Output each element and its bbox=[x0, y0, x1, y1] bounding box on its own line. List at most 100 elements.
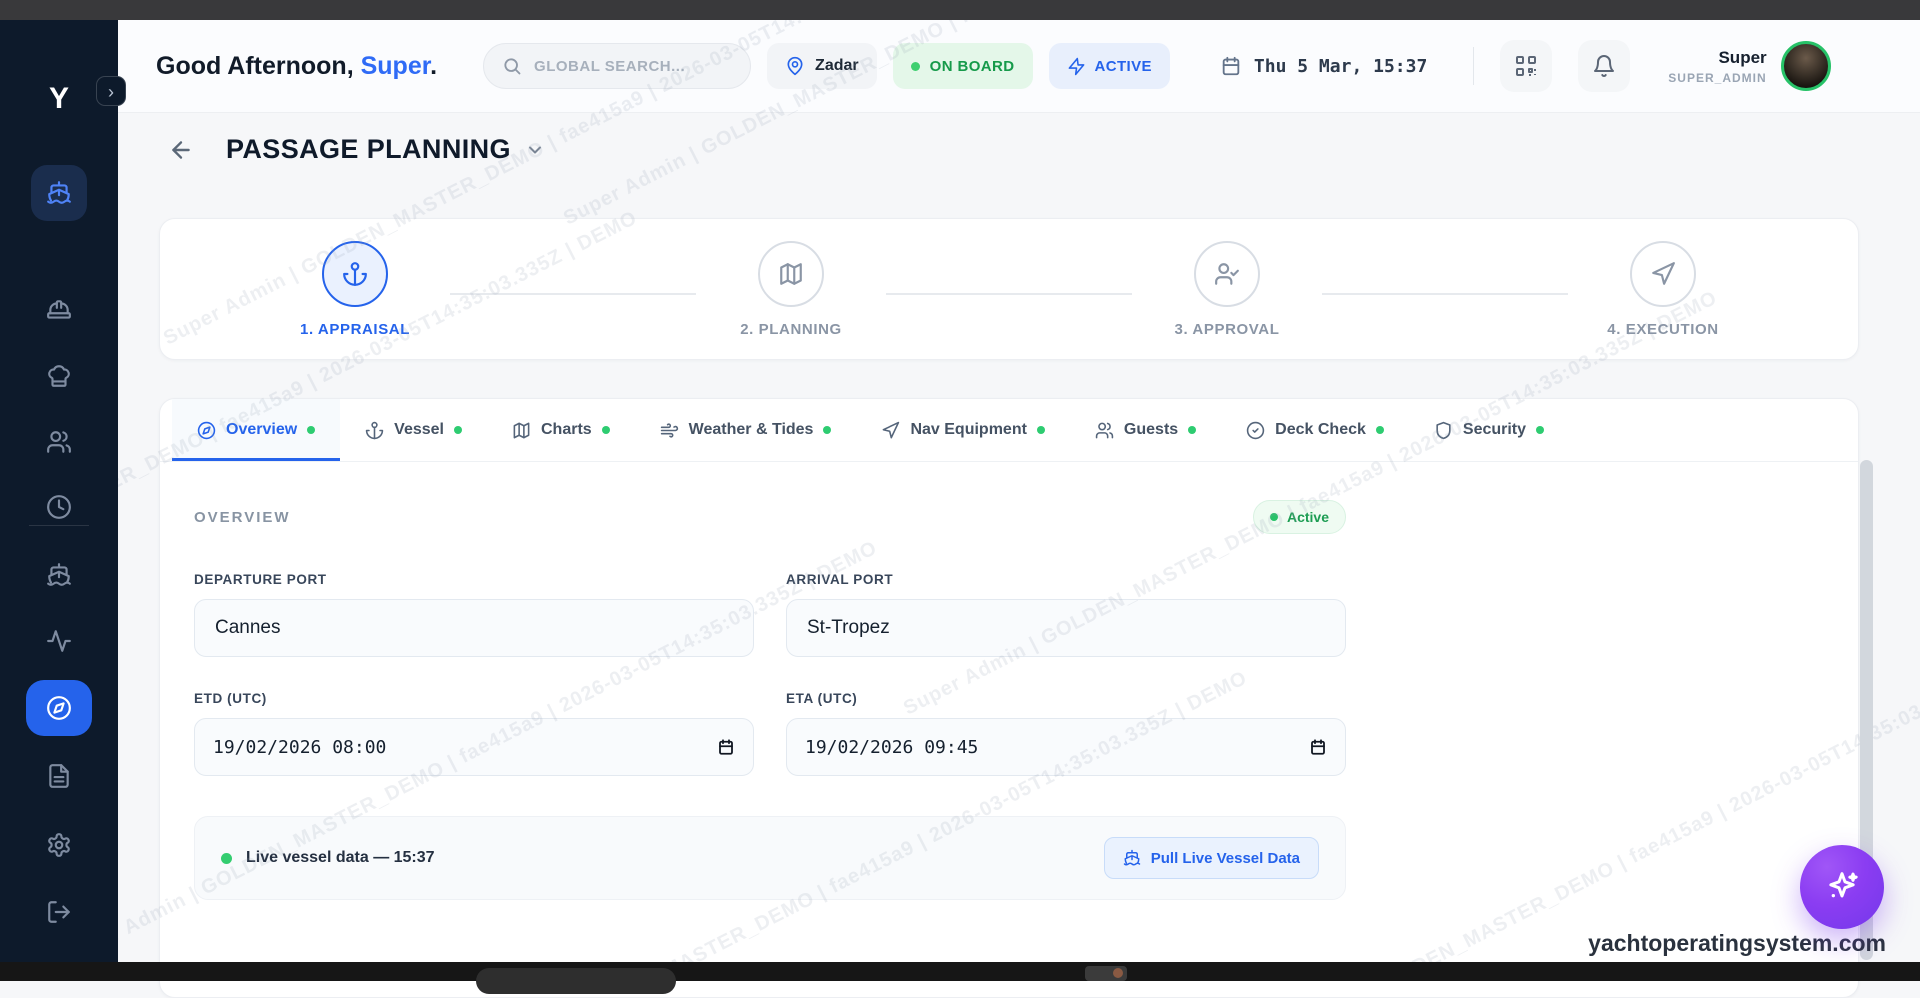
chef-hat-icon bbox=[46, 363, 72, 389]
overview-panel: OVERVIEW Active DEPARTURE PORT ARRIV bbox=[160, 500, 1858, 900]
arrival-port-label: ARRIVAL PORT bbox=[786, 572, 1346, 587]
calendar-icon[interactable] bbox=[1309, 738, 1327, 756]
sidebar-item-guests[interactable] bbox=[31, 414, 87, 470]
back-button[interactable] bbox=[168, 137, 194, 163]
sidebar-item-passage-planning[interactable] bbox=[26, 680, 92, 736]
tab-charts[interactable]: Charts bbox=[487, 399, 635, 461]
dock-avatar bbox=[1113, 968, 1123, 978]
greeting-username: Super bbox=[361, 52, 430, 80]
clock-icon bbox=[46, 494, 72, 520]
passage-form: DEPARTURE PORT ARRIVAL PORT ETD (UTC) bbox=[194, 572, 1346, 810]
sidebar-item-logout[interactable] bbox=[31, 884, 87, 940]
tab-weather-tides[interactable]: Weather & Tides bbox=[635, 399, 857, 461]
gear-icon bbox=[46, 832, 72, 858]
main-content: PASSAGE PLANNING 1. APPRAISAL bbox=[118, 112, 1920, 962]
navigation-icon bbox=[1650, 261, 1676, 287]
tab-status-dot bbox=[602, 426, 610, 434]
tab-security[interactable]: Security bbox=[1409, 399, 1569, 461]
departure-port-field bbox=[194, 599, 754, 657]
tab-status-dot bbox=[454, 426, 462, 434]
title-dropdown-button[interactable] bbox=[525, 140, 545, 160]
section-label: OVERVIEW bbox=[194, 509, 291, 526]
active-status-chip[interactable]: ACTIVE bbox=[1049, 43, 1170, 89]
app-header: Good Afternoon, Super. Zadar ON BOARD AC… bbox=[118, 20, 1920, 113]
check-circle-icon bbox=[1246, 421, 1265, 440]
dock-item[interactable] bbox=[1085, 966, 1127, 981]
search-input[interactable] bbox=[532, 57, 726, 76]
live-vessel-panel: Live vessel data — 15:37 Pull Live Vesse… bbox=[194, 816, 1346, 900]
eta-input[interactable]: 19/02/2026 09:45 bbox=[786, 718, 1346, 776]
tab-status-dot bbox=[1376, 426, 1384, 434]
back-arrow-icon bbox=[168, 137, 194, 163]
tab-status-dot bbox=[1188, 426, 1196, 434]
location-label: Zadar bbox=[815, 57, 859, 75]
user-info: Super SUPER_ADMIN bbox=[1668, 48, 1766, 85]
avatar[interactable] bbox=[1781, 41, 1831, 91]
sidebar-item-monitoring[interactable] bbox=[31, 613, 87, 669]
sidebar-item-crew[interactable] bbox=[31, 282, 87, 338]
sidebar-toggle-button[interactable]: › bbox=[96, 76, 126, 106]
tab-status-dot bbox=[1536, 426, 1544, 434]
tab-overview[interactable]: Overview bbox=[172, 399, 340, 461]
document-icon bbox=[46, 763, 72, 789]
step-appraisal[interactable]: 1. APPRAISAL bbox=[260, 241, 450, 338]
sidebar-item-schedule[interactable] bbox=[31, 479, 87, 535]
step-approval[interactable]: 3. APPROVAL bbox=[1132, 241, 1322, 338]
ai-assistant-fab[interactable] bbox=[1800, 845, 1884, 929]
sidebar-item-vessel[interactable] bbox=[31, 547, 87, 603]
etd-input[interactable]: 19/02/2026 08:00 bbox=[194, 718, 754, 776]
hard-hat-icon bbox=[46, 297, 72, 323]
navigation-icon bbox=[881, 421, 900, 440]
qr-code-button[interactable] bbox=[1500, 40, 1552, 92]
compass-icon bbox=[46, 695, 72, 721]
bolt-icon bbox=[1067, 57, 1086, 76]
users-icon bbox=[46, 429, 72, 455]
bell-icon bbox=[1592, 54, 1616, 78]
notifications-button[interactable] bbox=[1578, 40, 1630, 92]
activity-icon bbox=[46, 628, 72, 654]
step-circle bbox=[322, 241, 388, 307]
arrival-port-input[interactable] bbox=[805, 616, 1327, 640]
tab-nav-equipment[interactable]: Nav Equipment bbox=[856, 399, 1069, 461]
datetime-display: Thu 5 Mar, 15:37 bbox=[1220, 55, 1427, 77]
users-icon bbox=[1095, 421, 1114, 440]
step-circle bbox=[1194, 241, 1260, 307]
page-title-row: PASSAGE PLANNING bbox=[168, 134, 545, 165]
global-search[interactable] bbox=[483, 43, 751, 89]
sidebar-item-settings[interactable] bbox=[31, 817, 87, 873]
tab-status-dot bbox=[823, 426, 831, 434]
tab-guests[interactable]: Guests bbox=[1070, 399, 1221, 461]
ship-icon bbox=[46, 562, 72, 588]
calendar-icon[interactable] bbox=[717, 738, 735, 756]
departure-port-label: DEPARTURE PORT bbox=[194, 572, 754, 587]
dock-item[interactable] bbox=[476, 968, 676, 994]
eta-label: ETA (UTC) bbox=[786, 691, 1346, 706]
passage-stepper: 1. APPRAISAL 2. PLANNING 3. APPROVAL bbox=[160, 219, 1858, 338]
green-status-dot bbox=[1270, 513, 1278, 521]
step-connector bbox=[886, 293, 1132, 295]
map-icon bbox=[778, 261, 804, 287]
step-execution[interactable]: 4. EXECUTION bbox=[1568, 241, 1758, 338]
step-planning[interactable]: 2. PLANNING bbox=[696, 241, 886, 338]
os-dock-bar bbox=[0, 962, 1920, 981]
user-check-icon bbox=[1214, 261, 1240, 287]
tab-vessel[interactable]: Vessel bbox=[340, 399, 487, 461]
onboard-status-chip[interactable]: ON BOARD bbox=[893, 43, 1033, 89]
arrival-port-field bbox=[786, 599, 1346, 657]
tab-deck-check[interactable]: Deck Check bbox=[1221, 399, 1409, 461]
departure-port-input[interactable] bbox=[213, 616, 735, 640]
sidebar-item-galley[interactable] bbox=[31, 348, 87, 404]
pull-live-vessel-data-button[interactable]: Pull Live Vessel Data bbox=[1104, 837, 1319, 879]
calendar-icon bbox=[1220, 55, 1242, 77]
site-watermark: yachtoperatingsystem.com bbox=[1588, 930, 1886, 957]
sidebar-item-documents[interactable] bbox=[31, 748, 87, 804]
location-chip[interactable]: Zadar bbox=[767, 43, 877, 89]
chevron-right-icon: › bbox=[108, 82, 114, 102]
sidebar-item-fleet[interactable] bbox=[31, 165, 87, 221]
user-menu[interactable]: Super SUPER_ADMIN bbox=[1668, 41, 1830, 91]
map-pin-icon bbox=[785, 56, 805, 76]
tab-bar: Overview Vessel Charts Weather & Tides N… bbox=[160, 399, 1858, 462]
greeting: Good Afternoon, Super. bbox=[156, 52, 437, 81]
app-window: Y bbox=[0, 0, 1920, 981]
os-top-bar bbox=[0, 0, 1920, 20]
